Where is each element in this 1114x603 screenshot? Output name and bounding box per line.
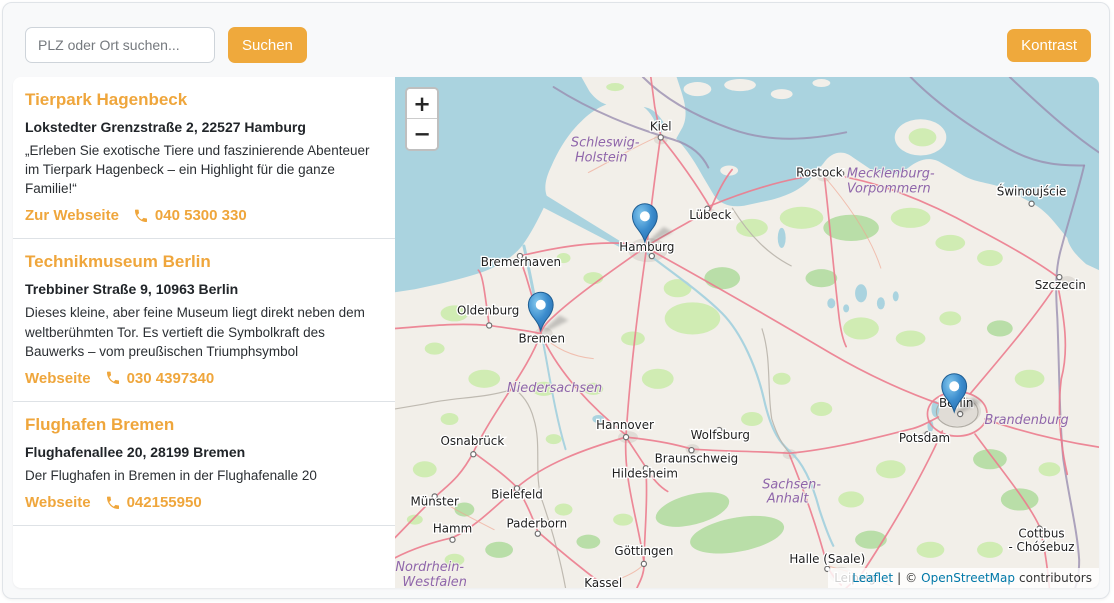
city-label: Bremen — [518, 331, 565, 345]
city-label: Osnabrück — [440, 434, 504, 448]
website-link[interactable]: Zur Webseite — [25, 207, 119, 224]
attribution-separator: | — [897, 571, 901, 585]
listing-description: „Erleben Sie exotische Tiere und faszini… — [25, 141, 383, 198]
listing-title: Flughafen Bremen — [25, 415, 383, 435]
city-label: - Chóśebuz — [1008, 540, 1074, 554]
city-label: Świnoujście — [997, 184, 1067, 199]
city-label: Hannover — [596, 418, 654, 432]
listing-card: Flughafen Bremen Flughafenallee 20, 2819… — [13, 402, 395, 526]
city-label: Oldenburg — [457, 303, 519, 317]
phone-link[interactable]: 042155950 — [105, 494, 202, 511]
phone-icon — [105, 370, 121, 386]
state-label: Sachsen- — [762, 477, 821, 492]
leaflet-link[interactable]: Leaflet — [852, 571, 893, 585]
zoom-in-button[interactable]: + — [407, 89, 437, 119]
listing-address: Lokstedter Grenzstraße 2, 22527 Hamburg — [25, 119, 383, 135]
city-label: Kassel — [584, 576, 622, 588]
listing-card: Technikmuseum Berlin Trebbiner Straße 9,… — [13, 239, 395, 401]
osm-link[interactable]: OpenStreetMap — [921, 571, 1015, 585]
city-dot — [487, 323, 492, 328]
city-label: Wolfsburg — [691, 428, 750, 442]
city-label: Göttingen — [614, 544, 673, 558]
map-zoom-control: + − — [405, 87, 439, 151]
city-label: Rostock — [796, 166, 843, 180]
city-dot — [450, 537, 455, 542]
city-label: Cottbus — [1018, 527, 1064, 541]
search-input[interactable] — [25, 27, 215, 63]
city-label: Paderborn — [506, 517, 567, 531]
city-dot — [471, 452, 476, 457]
ukraine-flag-icon — [834, 573, 848, 583]
phone-link[interactable]: 030 4397340 — [105, 370, 215, 387]
listing-card: Tierpark Hagenbeck Lokstedter Grenzstraß… — [13, 77, 395, 239]
city-dot — [1029, 201, 1034, 206]
city-dot — [649, 253, 654, 258]
contrast-button[interactable]: Kontrast — [1007, 29, 1091, 62]
zoom-out-button[interactable]: − — [407, 119, 437, 149]
state-label: Brandenburg — [985, 413, 1069, 428]
city-label: Potsdam — [899, 431, 950, 445]
listing-description: Dieses kleine, aber feine Museum liegt d… — [25, 303, 383, 360]
content-card: Tierpark Hagenbeck Lokstedter Grenzstraß… — [13, 77, 1099, 588]
state-label: Anhalt — [766, 491, 810, 506]
state-label: Schleswig- — [571, 135, 640, 150]
state-label: Niedersachsen — [507, 381, 602, 396]
map-attribution: Leaflet | © OpenStreetMap contributors — [828, 568, 1099, 588]
city-label: Braunschweig — [655, 451, 739, 465]
listing-address: Flughafenallee 20, 28199 Bremen — [25, 444, 383, 460]
listing-description: Der Flughafen in Bremen in der Flughafen… — [25, 466, 383, 485]
city-label: Halle (Saale) — [789, 552, 865, 566]
city-label: Kiel — [650, 119, 672, 133]
state-label: Mecklenburg- — [847, 167, 935, 182]
listing-title: Tierpark Hagenbeck — [25, 90, 383, 110]
city-dot — [658, 135, 663, 140]
city-label: Hildesheim — [612, 466, 678, 480]
phone-number: 040 5300 330 — [155, 207, 247, 224]
results-sidebar: Tierpark Hagenbeck Lokstedter Grenzstraß… — [13, 77, 395, 588]
city-label: Hamburg — [619, 240, 674, 254]
state-label: Westfalen — [402, 575, 467, 588]
topbar: Suchen Kontrast — [13, 13, 1099, 77]
city-label: Bielefeld — [491, 487, 543, 501]
city-label: Szczecin — [1035, 278, 1086, 292]
phone-icon — [105, 495, 121, 511]
city-label: Lübeck — [689, 208, 731, 222]
website-link[interactable]: Webseite — [25, 370, 91, 387]
search-button[interactable]: Suchen — [228, 27, 307, 63]
city-label: Münster — [410, 494, 458, 508]
phone-icon — [133, 208, 149, 224]
map[interactable]: Schleswig-Holstein Mecklenburg-Vorpommern… — [395, 77, 1099, 588]
state-label: Vorpommern — [847, 182, 931, 197]
state-label: Nordrhein- — [395, 560, 464, 575]
city-dot — [535, 531, 540, 536]
phone-link[interactable]: 040 5300 330 — [133, 207, 247, 224]
map-canvas: Schleswig-Holstein Mecklenburg-Vorpommern… — [395, 77, 1099, 588]
city-label: Hamm — [433, 522, 472, 536]
listing-address: Trebbiner Straße 9, 10963 Berlin — [25, 281, 383, 297]
city-label: Bremerhaven — [481, 255, 561, 269]
website-link[interactable]: Webseite — [25, 494, 91, 511]
phone-number: 030 4397340 — [127, 370, 215, 387]
phone-number: 042155950 — [127, 494, 202, 511]
contributors-text: contributors — [1019, 571, 1092, 585]
city-dot — [641, 561, 646, 566]
state-label: Holstein — [575, 150, 628, 165]
app-container: Suchen Kontrast Tierpark Hagenbeck Lokst… — [2, 2, 1110, 599]
city-dot — [623, 434, 628, 439]
listing-title: Technikmuseum Berlin — [25, 252, 383, 272]
copyright-symbol: © — [905, 571, 917, 585]
